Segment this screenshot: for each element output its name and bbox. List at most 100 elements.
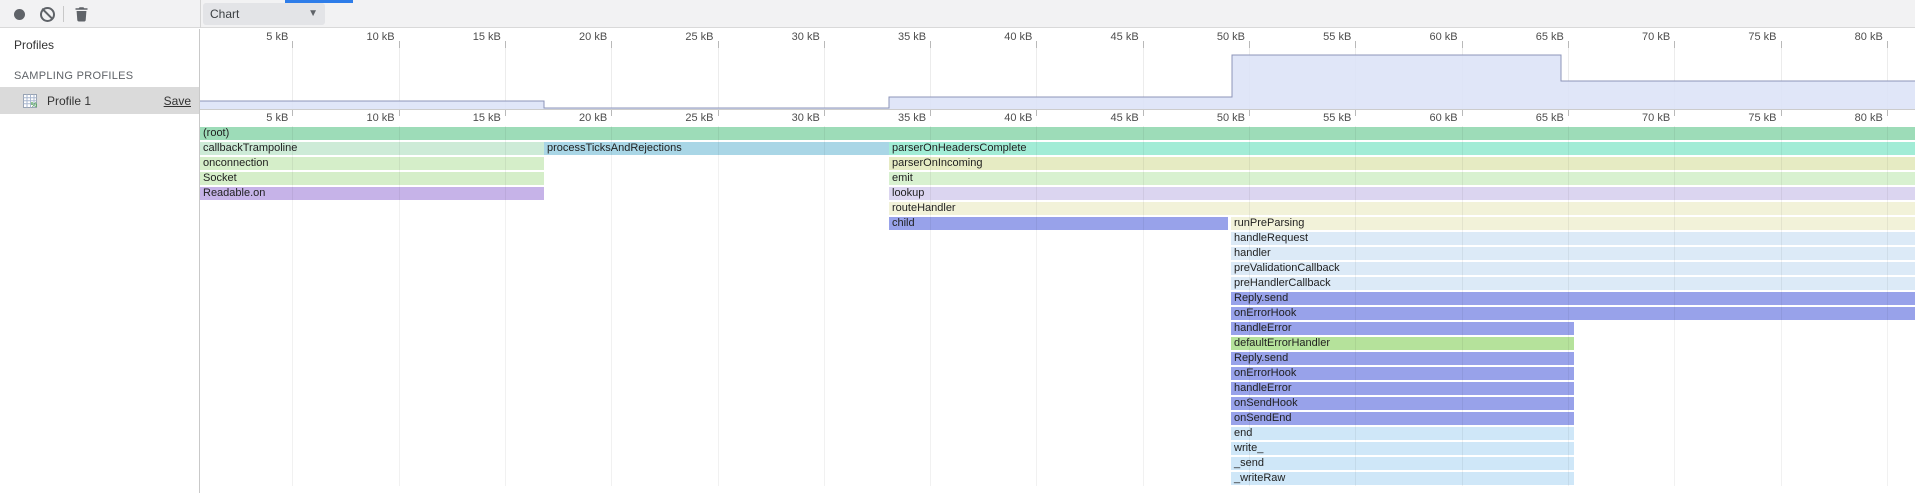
flame-bar-defaulterrorhandler[interactable]: defaultErrorHandler [1231, 337, 1574, 350]
ruler-tick-label: 40 kB [1004, 112, 1032, 124]
gridline [292, 126, 293, 486]
ruler-tick-mark [1462, 110, 1463, 116]
gridline [1462, 126, 1463, 486]
flame-bar-emit[interactable]: emit [889, 172, 1915, 185]
ruler-tick-label: 60 kB [1429, 31, 1457, 43]
view-mode-select[interactable]: Chart ▼ [203, 3, 325, 25]
flame-bar-onerrorhook[interactable]: onErrorHook [1231, 367, 1574, 380]
flame-bar-callbacktrampoline[interactable]: callbackTrampoline [200, 142, 544, 155]
flame-bar-handler[interactable]: handler [1231, 247, 1915, 260]
flame-bar-routehandler[interactable]: routeHandler [889, 202, 1915, 215]
ruler-tick-label: 80 kB [1855, 112, 1883, 124]
flame-bar-end[interactable]: end [1231, 427, 1574, 440]
ruler-tick-mark [1887, 110, 1888, 116]
flame-bar-root[interactable]: (root) [200, 127, 1915, 140]
ruler-tick-mark [1781, 41, 1782, 48]
ruler-tick-mark [718, 110, 719, 116]
ruler-tick-mark [1462, 41, 1463, 48]
ruler-tick-mark [1887, 41, 1888, 48]
view-mode-value: Chart [210, 7, 308, 21]
ruler-tick-mark [1036, 41, 1037, 48]
flame-bar-onerrorhook[interactable]: onErrorHook [1231, 307, 1915, 320]
ruler-tick-label: 50 kB [1217, 112, 1245, 124]
ruler-tick-label: 35 kB [898, 112, 926, 124]
trash-icon [74, 6, 89, 22]
ruler-tick-mark [611, 41, 612, 48]
ruler-tick-label: 55 kB [1323, 112, 1351, 124]
ruler-tick-label: 80 kB [1855, 31, 1883, 43]
ruler-tick-label: 70 kB [1642, 112, 1670, 124]
ruler-tick-mark [1249, 110, 1250, 116]
svg-text:%: % [31, 100, 38, 109]
flame-bar-parseronheaderscomplete[interactable]: parserOnHeadersComplete [889, 142, 1915, 155]
gridline [718, 126, 719, 486]
flame-bar-parseronincoming[interactable]: parserOnIncoming [889, 157, 1915, 170]
flame-bar-processticksandrejections[interactable]: processTicksAndRejections [544, 142, 889, 155]
flame-bar-write_[interactable]: write_ [1231, 442, 1574, 455]
ruler-tick-mark [1674, 110, 1675, 116]
ruler-tick-label: 15 kB [473, 112, 501, 124]
flame-bar-child[interactable]: child [889, 217, 1228, 230]
allocation-flame-chart[interactable]: (root) callbackTrampolineprocessTicksAndR… [200, 126, 1915, 493]
flame-bar-runpreparsing[interactable]: runPreParsing [1231, 217, 1915, 230]
gridline [1568, 126, 1569, 486]
ruler-tick-label: 65 kB [1536, 31, 1564, 43]
ruler-tick-label: 55 kB [1323, 31, 1351, 43]
ruler-tick-mark [1674, 41, 1675, 48]
ruler-tick-label: 20 kB [579, 112, 607, 124]
ruler-tick-label: 50 kB [1217, 31, 1245, 43]
ruler-tick-mark [824, 41, 825, 48]
sampling-profiles-section-label: SAMPLING PROFILES [14, 70, 133, 82]
flame-bar-socket[interactable]: Socket [200, 172, 544, 185]
overview-divider [200, 109, 1915, 110]
save-profile-link[interactable]: Save [164, 94, 191, 108]
ruler-tick-mark [1143, 110, 1144, 116]
flame-bar-reply.send[interactable]: Reply.send [1231, 292, 1915, 305]
dropdown-arrow-icon: ▼ [308, 9, 318, 19]
allocation-overview-graph[interactable] [200, 48, 1915, 109]
gridline [399, 126, 400, 486]
gridline [1674, 126, 1675, 486]
flame-bar-prevalidationcallback[interactable]: preValidationCallback [1231, 262, 1915, 275]
flame-bar-onsendend[interactable]: onSendEnd [1231, 412, 1574, 425]
flame-bar-handleerror[interactable]: handleError [1231, 382, 1574, 395]
clear-all-button[interactable] [38, 0, 56, 28]
gridline [1249, 126, 1250, 486]
record-button[interactable] [10, 0, 28, 28]
flame-bar-readable.on[interactable]: Readable.on [200, 187, 544, 200]
ruler-tick-mark [292, 110, 293, 116]
gridline [505, 126, 506, 486]
flame-bar-_writeraw[interactable]: _writeRaw [1231, 472, 1574, 485]
ruler-tick-label: 75 kB [1748, 112, 1776, 124]
flame-bar-onsendhook[interactable]: onSendHook [1231, 397, 1574, 410]
toolbar-panel-separator [200, 0, 201, 28]
ruler-tick-mark [611, 110, 612, 116]
ruler-tick-mark [1036, 110, 1037, 116]
ruler-tick-label: 5 kB [266, 112, 288, 124]
flame-bar-handleerror[interactable]: handleError [1231, 322, 1574, 335]
flame-bar-lookup[interactable]: lookup [889, 187, 1915, 200]
flame-bar-_send[interactable]: _send [1231, 457, 1574, 470]
flame-bar-onconnection[interactable]: onconnection [200, 157, 544, 170]
sidebar-title: Profiles [14, 38, 54, 52]
gridline [1887, 126, 1888, 486]
ruler-tick-label: 60 kB [1429, 112, 1457, 124]
profile-name: Profile 1 [47, 94, 164, 108]
ruler-tick-label: 45 kB [1111, 112, 1139, 124]
ruler-tick-label: 15 kB [473, 31, 501, 43]
ruler-tick-mark [1355, 110, 1356, 116]
flame-bar-handlerequest[interactable]: handleRequest [1231, 232, 1915, 245]
profile-list-item[interactable]: % Profile 1 Save [0, 87, 199, 114]
profiles-sidebar: Profiles SAMPLING PROFILES % Profile 1 S… [0, 29, 200, 493]
ruler-tick-mark [1781, 110, 1782, 116]
flame-bar-prehandlercallback[interactable]: preHandlerCallback [1231, 277, 1915, 290]
delete-profile-button[interactable] [72, 0, 90, 28]
gridline [824, 126, 825, 486]
gridline [1036, 126, 1037, 486]
flame-bar-reply.send[interactable]: Reply.send [1231, 352, 1574, 365]
ruler-tick-label: 75 kB [1748, 31, 1776, 43]
ruler-tick-mark [824, 110, 825, 116]
ruler-tick-label: 30 kB [792, 31, 820, 43]
ruler-tick-label: 65 kB [1536, 112, 1564, 124]
ruler-tick-mark [930, 110, 931, 116]
